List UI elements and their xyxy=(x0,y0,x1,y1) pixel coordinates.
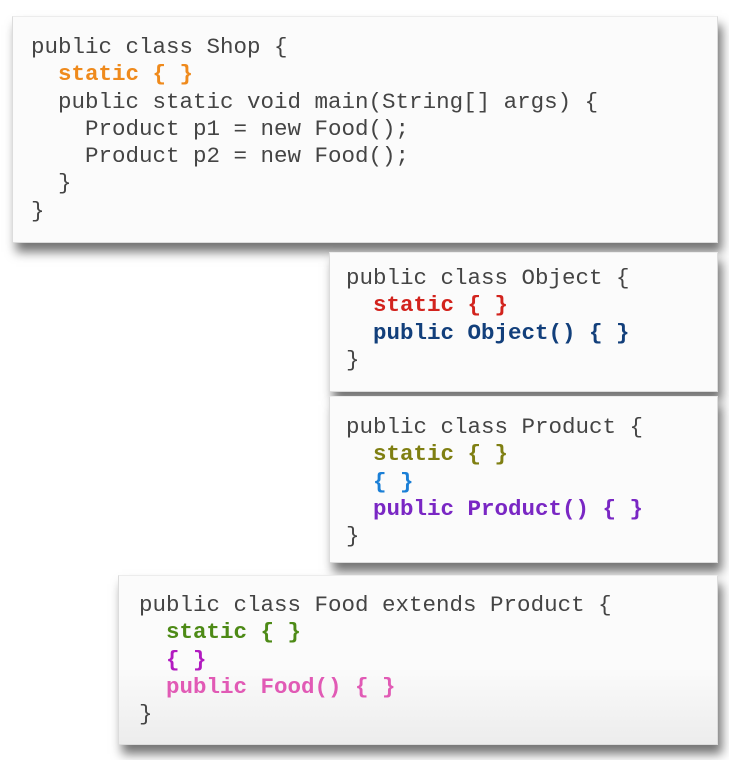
code-line: Product p1 = new Food(); xyxy=(31,115,410,142)
code-line: } xyxy=(346,346,360,373)
code-line-constructor: public Product() { } xyxy=(346,495,644,522)
code-line-constructor: public Food() { } xyxy=(139,673,396,700)
code-card-object: public class Object { static { } public … xyxy=(329,252,718,392)
code-line: } xyxy=(346,523,360,550)
code-line-static-initializer: static { } xyxy=(346,441,509,468)
code-line: public class Product { xyxy=(346,414,644,440)
code-line: public class Object { xyxy=(346,265,630,291)
code-line-instance-initializer: { } xyxy=(139,646,207,673)
code-block-shop: public class Shop { static { } public st… xyxy=(31,34,598,225)
code-line-static-initializer: static { } xyxy=(31,61,194,88)
code-card-food: public class Food extends Product { stat… xyxy=(118,575,718,745)
code-block-product: public class Product { static { } { } pu… xyxy=(346,414,643,550)
code-card-shop: public class Shop { static { } public st… xyxy=(12,16,718,243)
code-line-instance-initializer: { } xyxy=(346,468,414,495)
code-line-static-initializer: static { } xyxy=(346,292,509,319)
code-line: Product p2 = new Food(); xyxy=(31,143,410,170)
code-line-constructor: public Object() { } xyxy=(346,319,630,346)
code-block-food: public class Food extends Product { stat… xyxy=(139,592,612,728)
code-line: } xyxy=(31,197,45,224)
code-line: } xyxy=(31,170,72,197)
code-block-object: public class Object { static { } public … xyxy=(346,265,630,374)
code-line: public static void main(String[] args) { xyxy=(31,88,599,115)
code-line-static-initializer: static { } xyxy=(139,619,302,646)
code-line: public class Shop { xyxy=(31,34,288,60)
code-card-product: public class Product { static { } { } pu… xyxy=(329,396,718,563)
code-line: public class Food extends Product { xyxy=(139,592,612,618)
code-line: } xyxy=(139,701,153,728)
